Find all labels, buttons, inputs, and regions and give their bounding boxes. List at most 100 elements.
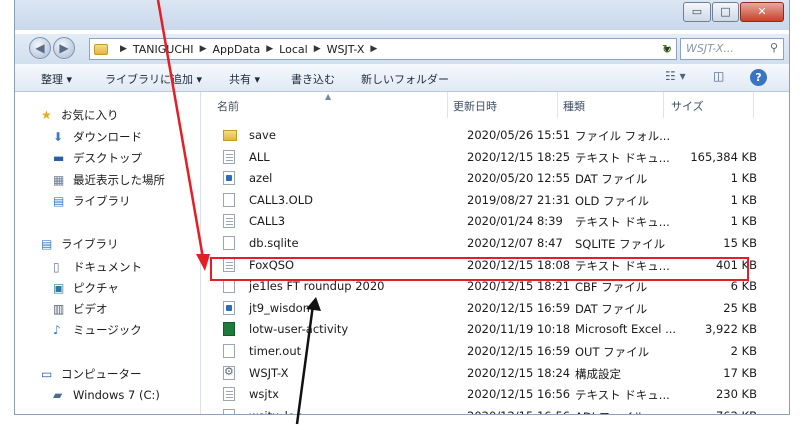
file-type: ファイル フォル... xyxy=(575,129,671,143)
file-name: lotw-user-activity xyxy=(249,322,349,337)
picture-icon: ▣ xyxy=(53,281,65,295)
computer-icon: ▭ xyxy=(41,367,53,381)
nav-libraries[interactable]: ▤ ライブラリ xyxy=(41,235,119,253)
text-file-icon xyxy=(223,387,235,402)
nav-computer[interactable]: ▭ コンピューター xyxy=(41,365,142,383)
file-row[interactable]: timer.out 2020/12/15 16:59 OUT ファイル 2 KB xyxy=(201,342,781,361)
refresh-icon[interactable]: ↻ xyxy=(658,40,676,58)
file-size: 762 KB xyxy=(673,409,757,414)
file-size: 3,922 KB xyxy=(704,322,757,337)
file-row[interactable]: lotw-user-activity 2020/11/19 10:18 Micros… xyxy=(201,320,781,339)
file-type: DAT ファイル xyxy=(575,172,648,187)
address-toolbar: ◀ ▶ ▶ TANIGUCHI ▶ AppData ▶ Local ▶ WSJT… xyxy=(15,34,789,64)
nav-documents[interactable]: ▯ ドキュメント xyxy=(53,258,142,276)
library-icon: ▤ xyxy=(41,237,53,251)
forward-arrow-icon[interactable]: ▶ xyxy=(53,37,75,59)
column-divider[interactable] xyxy=(753,92,754,118)
dat-file-icon xyxy=(223,300,235,315)
nav-favorites[interactable]: ★ お気に入り xyxy=(41,106,119,124)
download-icon: ⬇ xyxy=(53,130,64,144)
breadcrumb-separator-icon[interactable]: ▶ xyxy=(314,44,321,54)
file-type: ADI ファイル xyxy=(575,409,645,414)
breadcrumb-separator-icon[interactable]: ▶ xyxy=(370,44,377,54)
preview-pane-icon[interactable]: ◫ xyxy=(713,69,724,83)
file-type: OUT ファイル xyxy=(575,345,650,359)
file-date: 2020/12/15 16:56 xyxy=(467,387,571,402)
burn-button[interactable]: 書き込む xyxy=(291,71,335,87)
file-date: 2020/11/19 10:18 xyxy=(467,322,571,337)
breadcrumb-separator-icon[interactable]: ▶ xyxy=(266,44,273,54)
organize-menu[interactable]: 整理 ▾ xyxy=(41,71,72,87)
file-row[interactable]: WSJT-X 2020/12/15 18:24 構成設定 17 KB xyxy=(201,364,781,383)
file-icon xyxy=(223,236,235,250)
column-header-name[interactable]: 名前 xyxy=(217,98,239,114)
file-type: Microsoft Excel ... xyxy=(575,322,677,337)
nav-music[interactable]: ♪ ミュージック xyxy=(53,321,142,339)
explorer-window: ▭ □ ✕ ◀ ▶ ▶ TANIGUCHI ▶ AppData ▶ Local … xyxy=(14,0,790,415)
file-row[interactable]: CALL3.OLD 2019/08/27 21:31 OLD ファイル 1 KB xyxy=(201,191,781,210)
column-header-type[interactable]: 種類 xyxy=(563,98,585,114)
dat-file-icon xyxy=(223,171,235,186)
search-icon[interactable]: ⚲ xyxy=(770,41,778,54)
file-name: azel xyxy=(249,171,273,186)
document-icon: ▯ xyxy=(53,260,60,274)
file-date: 2020/12/15 18:24 xyxy=(467,365,571,380)
file-row[interactable]: db.sqlite 2020/12/07 8:47 SQLITE ファイル 15 KB xyxy=(201,234,781,253)
folder-icon xyxy=(223,130,237,141)
nav-downloads[interactable]: ⬇ ダウンロード xyxy=(53,128,142,146)
file-icon xyxy=(223,344,235,358)
file-row[interactable]: CALL3 2020/01/24 8:39 テキスト ドキュ... 1 KB xyxy=(201,212,781,231)
breadcrumb-separator-icon[interactable]: ▶ xyxy=(200,44,207,54)
nav-desktop[interactable]: ▬ デスクトップ xyxy=(53,149,142,167)
file-row[interactable]: azel 2020/05/20 12:55 DAT ファイル 1 KB xyxy=(201,169,781,188)
nav-pictures[interactable]: ▣ ピクチャ xyxy=(53,279,119,297)
text-file-icon xyxy=(223,149,235,164)
search-input[interactable]: WSJT-X... ⚲ xyxy=(680,38,784,60)
column-header-date[interactable]: 更新日時 xyxy=(453,98,497,114)
file-date: 2020/12/07 8:47 xyxy=(467,236,563,250)
nav-videos[interactable]: ▥ ビデオ xyxy=(53,300,108,318)
file-row[interactable]: wsjtx_log 2020/12/15 16:56 ADI ファイル 762 KB xyxy=(201,407,781,414)
navigation-pane: ★ お気に入り ⬇ ダウンロード ▬ デスクトップ ▦ 最近表示した場所 ▤ ラ… xyxy=(15,92,201,414)
title-bar: ▭ □ ✕ xyxy=(15,0,789,30)
breadcrumb-wsjt-x[interactable]: WSJT-X xyxy=(327,43,365,56)
file-row[interactable]: save 2020/05/26 15:51 ファイル フォル... xyxy=(201,126,781,145)
file-size: 15 KB xyxy=(723,236,757,250)
file-type: DAT ファイル xyxy=(575,301,648,316)
breadcrumb-appdata[interactable]: AppData xyxy=(212,43,260,56)
file-row[interactable]: ALL 2020/12/15 18:25 テキスト ドキュ... 165,384 KB xyxy=(201,148,781,167)
column-divider[interactable] xyxy=(663,92,664,118)
view-options-icon[interactable]: ☷ ▾ xyxy=(665,69,686,83)
breadcrumb-local[interactable]: Local xyxy=(279,43,308,56)
library-icon: ▤ xyxy=(53,194,65,208)
file-row[interactable]: wsjtx 2020/12/15 16:56 テキスト ドキュ... 230 KB xyxy=(201,385,781,404)
folder-icon xyxy=(94,43,108,55)
help-icon[interactable]: ? xyxy=(750,69,767,86)
back-arrow-icon[interactable]: ◀ xyxy=(29,37,51,59)
breadcrumb-taniguchi[interactable]: TANIGUCHI xyxy=(133,43,194,56)
breadcrumb-separator-icon[interactable]: ▶ xyxy=(120,44,127,54)
file-size: 17 KB xyxy=(723,365,757,380)
file-name: CALL3.OLD xyxy=(249,192,313,207)
nav-libraries-fav[interactable]: ▤ ライブラリ xyxy=(53,192,131,210)
column-divider[interactable] xyxy=(447,92,448,118)
close-button[interactable]: ✕ xyxy=(740,2,784,22)
add-to-library-menu[interactable]: ライブラリに追加 ▾ xyxy=(105,71,202,87)
file-icon xyxy=(223,279,235,294)
minimize-button[interactable]: ▭ xyxy=(683,2,711,22)
address-bar[interactable]: ▶ TANIGUCHI ▶ AppData ▶ Local ▶ WSJT-X ▶… xyxy=(89,38,677,60)
maximize-button[interactable]: □ xyxy=(712,2,739,22)
new-folder-button[interactable]: 新しいフォルダー xyxy=(361,71,449,87)
file-date: 2020/12/15 16:59 xyxy=(467,300,571,315)
file-name: save xyxy=(249,128,276,142)
file-row[interactable]: jt9_wisdom 2020/12/15 16:59 DAT ファイル 25 KB xyxy=(201,299,781,318)
column-header-size[interactable]: サイズ xyxy=(671,98,704,114)
nav-recent-places[interactable]: ▦ 最近表示した場所 xyxy=(53,171,165,189)
nav-drive-c[interactable]: ▰ Windows 7 (C:) xyxy=(53,386,160,404)
column-divider[interactable] xyxy=(557,92,558,118)
file-icon xyxy=(223,192,235,207)
file-size: 230 KB xyxy=(715,387,757,402)
file-size: 2 KB xyxy=(730,344,757,358)
share-menu[interactable]: 共有 ▾ xyxy=(229,71,260,87)
column-header-row: ▲ 名前 更新日時 種類 サイズ xyxy=(201,92,789,118)
